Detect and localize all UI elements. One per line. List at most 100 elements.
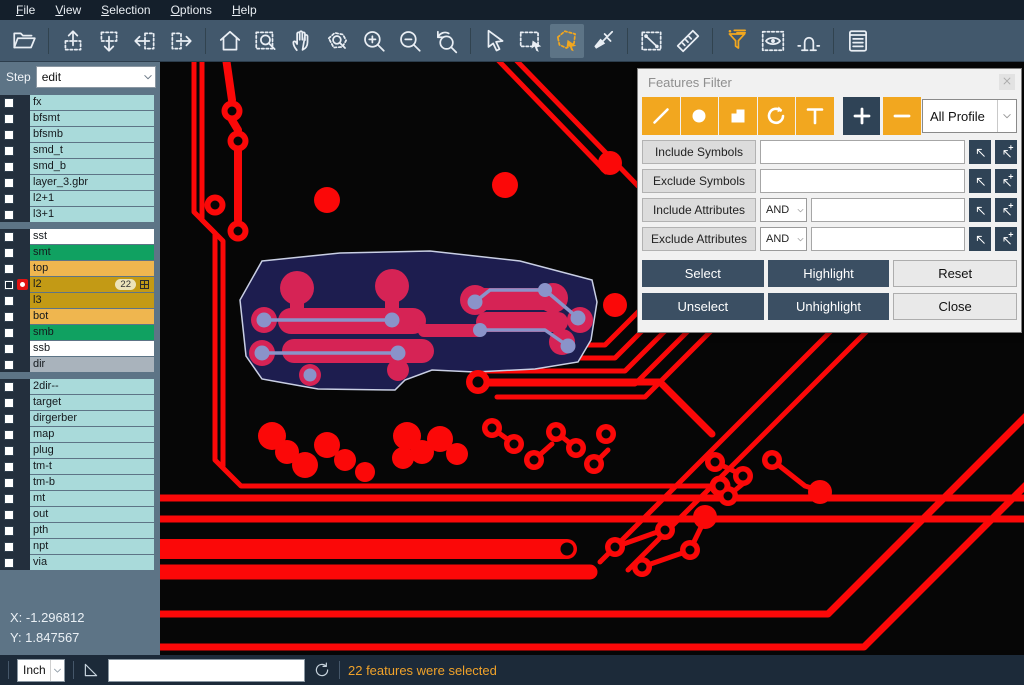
layer-name-top[interactable]: top <box>30 261 154 276</box>
layer-checkbox-dir[interactable] <box>4 360 14 370</box>
reset-button[interactable]: Reset <box>893 260 1017 287</box>
scroll-left-button[interactable] <box>128 24 162 58</box>
filter-lines-button[interactable] <box>642 97 680 135</box>
exclude-symbols-button[interactable]: Exclude Symbols <box>642 169 756 193</box>
layer-name-plug[interactable]: plug <box>30 443 154 458</box>
layer-name-tm-b[interactable]: tm-b <box>30 475 154 490</box>
layer-name-layer_3.gbr[interactable]: layer_3.gbr <box>30 175 154 190</box>
dialog-close-button[interactable] <box>999 74 1015 90</box>
zoom-home-button[interactable] <box>213 24 247 58</box>
layer-checkbox-sst[interactable] <box>4 232 14 242</box>
zoom-area-button[interactable] <box>321 24 355 58</box>
filter-remove-button[interactable] <box>883 97 921 135</box>
open-file-button[interactable] <box>7 24 41 58</box>
layer-name-map[interactable]: map <box>30 427 154 442</box>
layer-checkbox-via[interactable] <box>4 558 14 568</box>
include-symbols-button[interactable]: Include Symbols <box>642 140 756 164</box>
layer-name-smt[interactable]: smt <box>30 245 154 260</box>
layer-name-pth[interactable]: pth <box>30 523 154 538</box>
layer-checkbox-l2[interactable] <box>4 280 14 290</box>
layer-checkbox-tm-b[interactable] <box>4 478 14 488</box>
layer-checkbox-map[interactable] <box>4 430 14 440</box>
refresh-icon[interactable] <box>313 661 331 679</box>
layer-checkbox-l2+1[interactable] <box>4 194 14 204</box>
layer-checkbox-2dir--[interactable] <box>4 382 14 392</box>
layer-checkbox-mt[interactable] <box>4 494 14 504</box>
exclude-symbols-pick-button[interactable] <box>969 169 991 193</box>
include-attributes-operator-select[interactable]: AND <box>760 198 807 222</box>
layer-name-fx[interactable]: fx <box>30 95 154 110</box>
layer-checkbox-layer_3.gbr[interactable] <box>4 178 14 188</box>
layer-name-l2+1[interactable]: l2+1 <box>30 191 154 206</box>
include-attributes-button[interactable]: Include Attributes <box>642 198 756 222</box>
exclude-attributes-pick-button[interactable] <box>969 227 991 251</box>
filter-pads-button[interactable] <box>681 97 719 135</box>
exclude-attributes-button[interactable]: Exclude Attributes <box>642 227 756 251</box>
zoom-in-button[interactable] <box>357 24 391 58</box>
unselect-button[interactable]: Unselect <box>642 293 764 320</box>
layer-name-via[interactable]: via <box>30 555 154 570</box>
exclude-attributes-operator-select[interactable]: AND <box>760 227 807 251</box>
profile-dropdown[interactable]: All Profile <box>922 99 1017 133</box>
layer-name-smb[interactable]: smb <box>30 325 154 340</box>
command-input[interactable] <box>108 659 305 682</box>
unhighlight-button[interactable]: Unhighlight <box>768 293 890 320</box>
layer-checkbox-bfsmb[interactable] <box>4 130 14 140</box>
layer-checkbox-npt[interactable] <box>4 542 14 552</box>
filter-surfaces-button[interactable] <box>719 97 757 135</box>
layer-checkbox-plug[interactable] <box>4 446 14 456</box>
scroll-up-button[interactable] <box>56 24 90 58</box>
layer-checkbox-tm-t[interactable] <box>4 462 14 472</box>
layer-name-dir[interactable]: dir <box>30 357 154 372</box>
select-pointer-button[interactable] <box>478 24 512 58</box>
include-attributes-pick-add-button[interactable] <box>995 198 1017 222</box>
report-list-button[interactable] <box>841 24 875 58</box>
menu-view[interactable]: View <box>45 1 91 19</box>
include-symbols-input[interactable] <box>760 140 965 164</box>
features-filter-button[interactable] <box>720 24 754 58</box>
layer-name-bfsmb[interactable]: bfsmb <box>30 127 154 142</box>
include-attributes-input[interactable] <box>811 198 965 222</box>
exclude-attributes-input[interactable] <box>811 227 965 251</box>
layer-name-smd_t[interactable]: smd_t <box>30 143 154 158</box>
layer-checkbox-target[interactable] <box>4 398 14 408</box>
measure-ruler-button[interactable] <box>671 24 705 58</box>
layer-checkbox-bot[interactable] <box>4 312 14 322</box>
clear-selection-brush-button[interactable] <box>586 24 620 58</box>
select-polygon-button[interactable] <box>550 24 584 58</box>
layer-name-bot[interactable]: bot <box>30 309 154 324</box>
exclude-attributes-pick-add-button[interactable] <box>995 227 1017 251</box>
layer-checkbox-top[interactable] <box>4 264 14 274</box>
exclude-symbols-input[interactable] <box>760 169 965 193</box>
layer-checkbox-l3[interactable] <box>4 296 14 306</box>
layer-name-target[interactable]: target <box>30 395 154 410</box>
zoom-out-button[interactable] <box>393 24 427 58</box>
layer-name-ssb[interactable]: ssb <box>30 341 154 356</box>
close-button[interactable]: Close <box>893 293 1017 320</box>
zoom-previous-button[interactable] <box>429 24 463 58</box>
layer-name-mt[interactable]: mt <box>30 491 154 506</box>
scroll-down-button[interactable] <box>92 24 126 58</box>
layer-name-sst[interactable]: sst <box>30 229 154 244</box>
pan-hand-button[interactable] <box>285 24 319 58</box>
layer-checkbox-smd_t[interactable] <box>4 146 14 156</box>
layer-checkbox-bfsmt[interactable] <box>4 114 14 124</box>
layer-checkbox-smd_b[interactable] <box>4 162 14 172</box>
layer-name-l2[interactable]: l222 <box>30 277 154 292</box>
layer-name-l3[interactable]: l3 <box>30 293 154 308</box>
layer-name-bfsmt[interactable]: bfsmt <box>30 111 154 126</box>
layer-name-tm-t[interactable]: tm-t <box>30 459 154 474</box>
layer-name-out[interactable]: out <box>30 507 154 522</box>
layer-checkbox-dirgerber[interactable] <box>4 414 14 424</box>
layer-name-npt[interactable]: npt <box>30 539 154 554</box>
scroll-right-button[interactable] <box>164 24 198 58</box>
step-dropdown[interactable]: edit <box>36 66 156 88</box>
layer-checkbox-out[interactable] <box>4 510 14 520</box>
select-button[interactable]: Select <box>642 260 764 287</box>
menu-file[interactable]: File <box>6 1 45 19</box>
layer-checkbox-ssb[interactable] <box>4 344 14 354</box>
include-symbols-pick-button[interactable] <box>969 140 991 164</box>
layer-checkbox-smt[interactable] <box>4 248 14 258</box>
snap-magnet-button[interactable] <box>792 24 826 58</box>
layer-name-smd_b[interactable]: smd_b <box>30 159 154 174</box>
